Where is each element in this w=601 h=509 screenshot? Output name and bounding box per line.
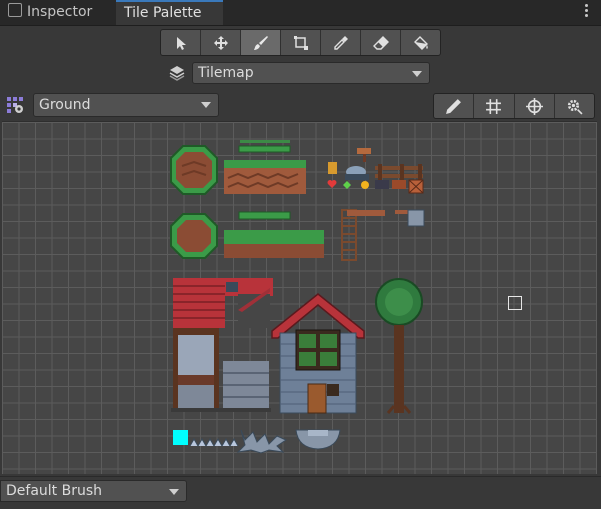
grid-icon [486, 98, 502, 114]
paint-brush-icon [253, 35, 268, 50]
palette-dropdown[interactable]: Ground [33, 93, 219, 117]
active-tilemap-dropdown[interactable]: Tilemap [192, 62, 430, 84]
tab-inspector-label: Inspector [27, 4, 93, 20]
tab-tile-palette[interactable]: Tile Palette [116, 0, 223, 25]
tile-palette-icon [7, 97, 23, 113]
inspector-icon [8, 3, 22, 17]
chevron-down-icon [201, 102, 211, 108]
brush-dropdown[interactable]: Default Brush [0, 480, 187, 502]
paint-brush-tool-button[interactable] [241, 30, 281, 55]
eyedropper-icon [333, 35, 348, 50]
pick-tool-button[interactable] [321, 30, 361, 55]
eraser-icon [372, 35, 389, 50]
box-fill-tool-button[interactable] [281, 30, 321, 55]
palette-settings-button[interactable] [555, 94, 594, 118]
palette-value: Ground [39, 97, 91, 113]
brush-value: Default Brush [6, 483, 103, 499]
paint-bucket-icon [413, 35, 428, 50]
toggle-gizmos-button[interactable] [515, 94, 555, 118]
chevron-down-icon [412, 71, 422, 77]
tool-strip [160, 29, 441, 56]
chevron-down-icon [169, 489, 179, 495]
more-options-icon[interactable] [585, 4, 589, 20]
selection-cursor [508, 296, 522, 310]
grass-octagon-tile-2 [170, 213, 218, 259]
palette-row: Ground [0, 93, 601, 119]
eraser-tool-button[interactable] [361, 30, 401, 55]
box-fill-icon [293, 35, 308, 50]
select-arrow-icon [176, 36, 186, 50]
active-tilemap-value: Tilemap [198, 65, 254, 81]
edit-palette-button[interactable] [434, 94, 475, 118]
palette-button-group [433, 93, 595, 119]
move-icon [213, 35, 228, 50]
settings-icon [567, 99, 583, 115]
tab-bar: Inspector Tile Palette [0, 0, 601, 26]
gizmo-icon [525, 97, 543, 115]
pencil-icon [446, 98, 462, 114]
layers-icon [169, 66, 185, 81]
highlighted-tile [173, 430, 188, 445]
tab-tile-palette-label: Tile Palette [124, 5, 202, 21]
toggle-grid-button[interactable] [474, 94, 515, 118]
tile-palette-grid[interactable] [2, 121, 597, 474]
tab-inspector[interactable]: Inspector [0, 0, 114, 25]
brush-bar: Default Brush [0, 476, 601, 509]
move-tool-button[interactable] [201, 30, 241, 55]
select-tool-button[interactable] [161, 30, 201, 55]
fill-tool-button[interactable] [401, 30, 440, 55]
